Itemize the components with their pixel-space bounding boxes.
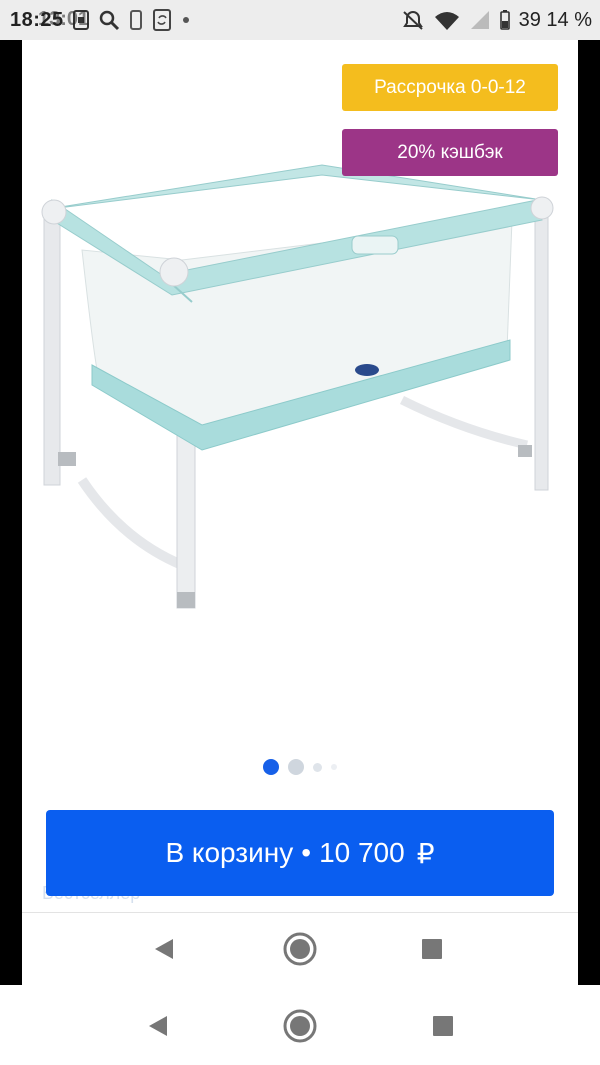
search-icon: [98, 9, 120, 31]
home-icon[interactable]: [282, 1008, 318, 1044]
cart-currency: ₽: [416, 837, 435, 869]
app-screen: Рассрочка 0-0-12 20% кэшбэк Бестселлер В…: [22, 40, 578, 986]
wifi-icon: [433, 9, 461, 31]
screen-border-left: [0, 0, 22, 985]
installment-badge[interactable]: Рассрочка 0-0-12: [342, 64, 558, 111]
screen-border-right: [578, 0, 600, 985]
status-left-group: 18:25 13:01: [10, 8, 192, 32]
phone-icon: [128, 9, 144, 31]
recents-icon[interactable]: [425, 1008, 461, 1044]
dot-icon: [180, 14, 192, 26]
status-right-group: 39 14 %: [401, 9, 592, 32]
gallery-dot-active[interactable]: [263, 759, 279, 775]
cart-price: 10 700: [319, 837, 405, 868]
system-navigation-bar: [0, 986, 600, 1065]
battery-percent: 39 14 %: [518, 8, 592, 31]
add-to-cart-button[interactable]: В корзину • 10 700 ₽: [46, 810, 554, 896]
gallery-dot[interactable]: [313, 762, 322, 772]
gallery-pagination: [22, 759, 578, 775]
cart-separator: •: [301, 837, 312, 868]
home-icon[interactable]: [282, 931, 318, 967]
cart-label: В корзину: [165, 837, 294, 868]
inner-navigation-bar: [22, 912, 578, 986]
gallery-dot[interactable]: [288, 759, 304, 775]
sync-icon: [152, 8, 172, 32]
status-bar: 18:25 13:01 39 14 %: [0, 0, 600, 40]
gallery-dot[interactable]: [331, 764, 337, 770]
battery-icon: [499, 9, 511, 31]
recents-icon[interactable]: [414, 931, 450, 967]
signal-icon: [469, 9, 491, 31]
cashback-badge[interactable]: 20% кэшбэк: [342, 129, 558, 176]
back-icon[interactable]: [140, 1008, 176, 1044]
back-icon[interactable]: [146, 931, 182, 967]
mute-icon: [401, 9, 425, 31]
status-time-ghost: 13:01: [38, 8, 90, 30]
